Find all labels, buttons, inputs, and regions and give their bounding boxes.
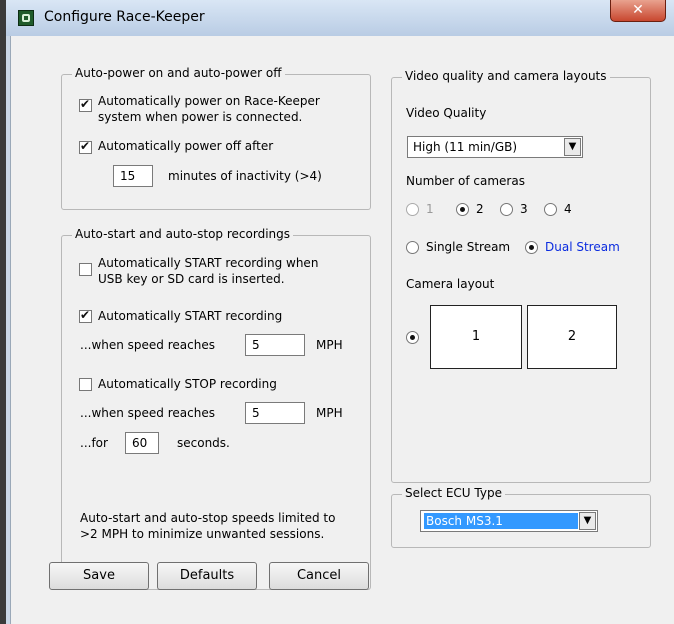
cancel-button[interactable]: Cancel: [269, 562, 369, 590]
start-when-label: ...when speed reaches: [80, 338, 215, 352]
stop-on-speed-label: Automatically STOP recording: [98, 377, 277, 391]
ecu-group: Select ECU Type Bosch MS3.1 ▼: [391, 486, 651, 548]
power-off-label: Automatically power off after: [98, 139, 274, 153]
stop-speed-unit: MPH: [316, 406, 343, 420]
power-off-checkbox[interactable]: [79, 139, 92, 154]
chevron-down-icon[interactable]: ▼: [564, 138, 581, 156]
single-stream-radio[interactable]: [406, 241, 419, 254]
camera-count-label-1: 1: [426, 202, 434, 216]
video-group: Video quality and camera layouts Video Q…: [391, 69, 651, 483]
camera-count-radio-4[interactable]: [544, 203, 557, 216]
configure-window: Configure Race-Keeper ✕ Auto-power on an…: [0, 0, 674, 624]
inactivity-minutes-field[interactable]: 15: [113, 165, 153, 187]
stop-speed-field[interactable]: 5: [245, 402, 305, 424]
defaults-button[interactable]: Defaults: [157, 562, 257, 590]
video-group-title: Video quality and camera layouts: [402, 69, 610, 83]
chevron-down-icon[interactable]: ▼: [579, 512, 596, 530]
app-icon: [18, 10, 34, 26]
start-on-usb-label-line2: USB key or SD card is inserted.: [98, 272, 285, 286]
ecu-group-title: Select ECU Type: [402, 486, 505, 500]
camera-count-label-2: 2: [476, 202, 484, 216]
video-quality-dropdown[interactable]: High (11 min/GB) ▼: [407, 136, 583, 158]
camera-layout-box-2[interactable]: 2: [527, 305, 617, 369]
window-title: Configure Race-Keeper: [44, 9, 205, 25]
stop-seconds-field[interactable]: 60: [125, 432, 159, 454]
camera-count-radio-3[interactable]: [500, 203, 513, 216]
auto-record-group: Auto-start and auto-stop recordings Auto…: [61, 227, 371, 590]
camera-count-radio-2[interactable]: [456, 203, 469, 216]
stop-when-label: ...when speed reaches: [80, 406, 215, 420]
power-on-label-line1: Automatically power on Race-Keeper: [98, 94, 320, 108]
dual-stream-radio[interactable]: [525, 241, 538, 254]
speed-limit-note-line1: Auto-start and auto-stop speeds limited …: [80, 511, 336, 525]
start-on-usb-checkbox[interactable]: [79, 263, 92, 276]
camera-count-label-4: 4: [564, 202, 572, 216]
video-quality-value: High (11 min/GB): [413, 140, 518, 154]
speed-limit-note-line2: >2 MPH to minimize unwanted sessions.: [80, 527, 325, 541]
window-left-edge: [0, 0, 6, 624]
ecu-type-dropdown[interactable]: Bosch MS3.1 ▼: [420, 510, 598, 532]
close-icon: ✕: [632, 2, 644, 18]
power-on-label-line2: system when power is connected.: [98, 110, 303, 124]
start-on-speed-label: Automatically START recording: [98, 309, 283, 323]
auto-record-group-title: Auto-start and auto-stop recordings: [72, 227, 293, 241]
stop-for-label: ...for: [80, 436, 108, 450]
auto-power-group: Auto-power on and auto-power off Automat…: [61, 66, 371, 210]
dialog-client-area: Auto-power on and auto-power off Automat…: [10, 36, 674, 624]
stop-on-speed-checkbox[interactable]: [79, 378, 92, 391]
start-on-speed-checkbox[interactable]: [79, 308, 92, 323]
auto-power-group-title: Auto-power on and auto-power off: [72, 66, 285, 80]
dual-stream-label: Dual Stream: [545, 240, 620, 254]
single-stream-label: Single Stream: [426, 240, 511, 254]
start-speed-unit: MPH: [316, 338, 343, 352]
video-quality-label: Video Quality: [406, 106, 487, 120]
close-button[interactable]: ✕: [610, 0, 666, 22]
stop-seconds-label: seconds.: [177, 436, 230, 450]
camera-layout-label: Camera layout: [406, 277, 495, 291]
start-on-usb-label-line1: Automatically START recording when: [98, 256, 319, 270]
camera-layout-radio[interactable]: [406, 331, 419, 344]
camera-layout-box-1[interactable]: 1: [430, 305, 522, 369]
save-button[interactable]: Save: [49, 562, 149, 590]
titlebar[interactable]: Configure Race-Keeper ✕: [6, 0, 674, 36]
inactivity-label: minutes of inactivity (>4): [168, 169, 322, 183]
camera-count-radio-1[interactable]: [406, 203, 419, 216]
num-cameras-label: Number of cameras: [406, 174, 525, 188]
camera-count-label-3: 3: [520, 202, 528, 216]
start-speed-field[interactable]: 5: [245, 334, 305, 356]
ecu-type-value: Bosch MS3.1: [424, 513, 578, 529]
power-on-checkbox[interactable]: [79, 97, 92, 112]
